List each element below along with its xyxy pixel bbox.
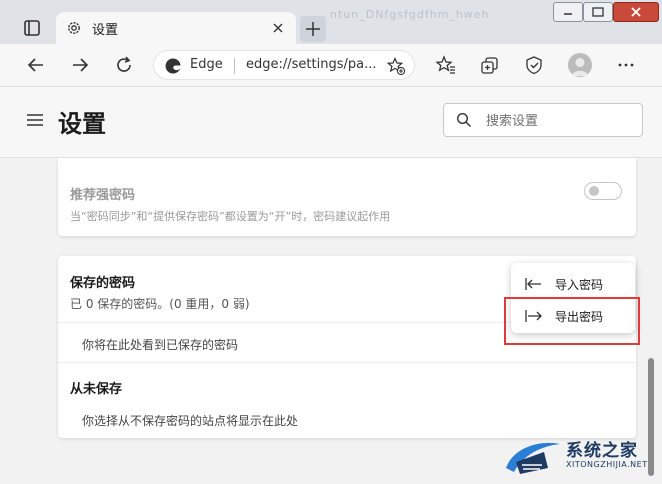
new-tab-button[interactable] bbox=[300, 16, 326, 42]
edge-logo-icon bbox=[164, 57, 182, 75]
forward-icon[interactable] bbox=[69, 54, 91, 76]
import-icon bbox=[525, 276, 543, 292]
refresh-icon[interactable] bbox=[113, 54, 135, 76]
watermark-subtitle: XITONGZHIJIA.NET bbox=[566, 460, 648, 469]
toggle-knob bbox=[589, 186, 599, 196]
back-icon[interactable] bbox=[25, 54, 47, 76]
saved-passwords-empty: 你将在此处看到已保存的密码 bbox=[82, 338, 239, 352]
window-close-button[interactable] bbox=[613, 2, 659, 22]
add-favorite-icon[interactable] bbox=[386, 56, 406, 76]
maximize-button[interactable] bbox=[583, 2, 613, 22]
tab-actions-icon[interactable] bbox=[20, 16, 44, 40]
never-saved-empty: 你选择从不保存密码的站点将显示在此处 bbox=[82, 414, 299, 428]
page-title: 设置 bbox=[58, 110, 106, 138]
saved-passwords-summary: 已 0 保存的密码。(0 重用，0 弱) bbox=[70, 297, 250, 311]
menu-icon[interactable] bbox=[26, 112, 44, 128]
close-icon[interactable] bbox=[270, 20, 286, 36]
saved-passwords-title: 保存的密码 bbox=[70, 276, 136, 291]
favorites-icon[interactable] bbox=[435, 54, 457, 76]
watermark: 系统之家 XITONGZHIJIA.NET bbox=[502, 432, 662, 484]
tab-settings[interactable]: 设置 bbox=[56, 12, 296, 44]
address-url[interactable]: edge://settings/pa... bbox=[246, 57, 376, 72]
gear-icon bbox=[66, 20, 82, 36]
address-separator bbox=[234, 58, 235, 74]
browser-essentials-icon[interactable] bbox=[523, 54, 545, 76]
minimize-button[interactable] bbox=[553, 2, 583, 22]
strong-password-card: 推荐强密码 当“密码同步”和“提供保存密码”都设置为“开”时，密码建议起作用 bbox=[58, 158, 636, 236]
search-input[interactable] bbox=[484, 111, 638, 131]
strong-password-title: 推荐强密码 bbox=[70, 188, 136, 203]
import-passwords-item[interactable]: 导入密码 bbox=[511, 269, 635, 299]
avatar[interactable] bbox=[568, 53, 592, 77]
strong-password-description: 当“密码同步”和“提供保存密码”都设置为“开”时，密码建议起作用 bbox=[70, 210, 391, 223]
address-edge-label: Edge bbox=[190, 57, 223, 72]
divider bbox=[58, 362, 636, 363]
search-icon bbox=[456, 112, 472, 128]
watermark-title: 系统之家 bbox=[566, 441, 638, 461]
watermark-logo-icon bbox=[502, 438, 562, 478]
address-bar[interactable]: Edge edge://settings/pa... bbox=[153, 50, 415, 80]
settings-header: 设置 bbox=[0, 87, 662, 158]
title-bar: ntun_DNfgsfgdfhm_hweh 设置 bbox=[0, 0, 662, 44]
never-saved-title: 从未保存 bbox=[70, 382, 123, 397]
search-box[interactable] bbox=[443, 103, 643, 137]
export-highlight-box bbox=[504, 297, 640, 345]
collections-icon[interactable] bbox=[479, 54, 501, 76]
title-bar-decoration: ntun_DNfgsfgdfhm_hweh bbox=[330, 8, 490, 21]
more-options-icon[interactable] bbox=[615, 54, 637, 76]
import-passwords-label: 导入密码 bbox=[555, 278, 604, 292]
strong-password-toggle[interactable] bbox=[584, 182, 622, 200]
browser-toolbar: Edge edge://settings/pa... bbox=[0, 44, 662, 87]
tab-title: 设置 bbox=[92, 23, 119, 38]
